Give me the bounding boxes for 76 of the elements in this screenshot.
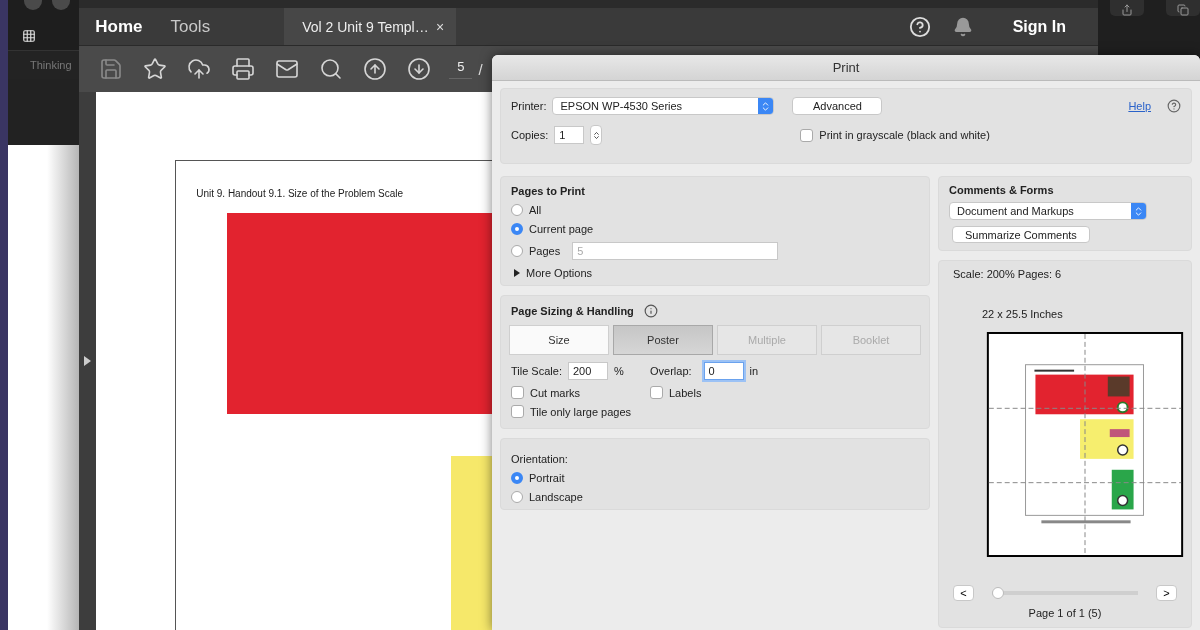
radio-label: Current page — [529, 223, 594, 235]
arrow-up-icon[interactable] — [363, 57, 388, 81]
bell-icon[interactable] — [952, 16, 973, 37]
slider-thumb[interactable] — [992, 587, 1004, 599]
help-link[interactable]: Help — [1128, 100, 1151, 112]
overlap-label: Overlap: — [650, 365, 692, 377]
copy-icon[interactable] — [1177, 4, 1189, 16]
dialog-title: Print — [492, 55, 1200, 81]
mode-tab[interactable]: Size — [509, 325, 609, 355]
share-icon[interactable] — [1121, 4, 1133, 16]
arrow-down-icon[interactable] — [407, 57, 432, 81]
radio-label: Landscape — [529, 491, 583, 503]
overlap-field[interactable]: 0 — [703, 362, 744, 380]
radio-button[interactable] — [511, 204, 523, 216]
checkbox-label: Cut marks — [530, 386, 581, 399]
printer-select[interactable]: EPSON WP-4530 Series — [552, 97, 775, 115]
mode-tab[interactable]: Poster — [613, 325, 713, 355]
previous-page-button[interactable]: < — [953, 585, 974, 601]
radio-button[interactable] — [511, 245, 523, 257]
checkbox[interactable] — [511, 386, 524, 399]
checkbox-label: Labels — [669, 386, 702, 399]
copies-field[interactable]: 1 — [554, 126, 585, 144]
radio-button[interactable] — [511, 472, 523, 484]
disclosure-triangle-icon[interactable] — [514, 269, 520, 277]
comments-select[interactable]: Document and Markups — [949, 202, 1147, 220]
checkbox-label: Print in grayscale (black and white) — [819, 129, 990, 141]
page-indicator: Page 1 of 1 (5) — [1028, 607, 1102, 619]
cloud-upload-icon[interactable] — [187, 57, 212, 81]
percent-unit: % — [613, 365, 624, 377]
orientation-label: Orientation: — [511, 453, 569, 465]
radio-label: Portrait — [529, 472, 565, 484]
chevron-icon — [1133, 205, 1144, 217]
inch-unit: in — [749, 365, 759, 377]
advanced-button[interactable]: Advanced — [792, 97, 883, 115]
info-icon[interactable] — [643, 304, 658, 318]
radio-button[interactable] — [511, 223, 523, 235]
side-app-label: Thinking — [8, 50, 80, 79]
more-options-label[interactable]: More Options — [526, 267, 593, 279]
summarize-comments-button[interactable]: Summarize Comments — [952, 226, 1090, 243]
radio-button[interactable] — [511, 491, 523, 503]
tile-scale-field[interactable]: 200 — [567, 362, 608, 380]
star-icon[interactable] — [143, 57, 168, 81]
checkbox-label: Tile only large pages — [530, 405, 632, 418]
document-tab-title[interactable]: Vol 2 Unit 9 Templ… — [302, 18, 429, 35]
search-icon[interactable] — [319, 57, 344, 81]
grid-icon[interactable] — [22, 29, 36, 43]
document-tab[interactable]: Vol 2 Unit 9 Templ… × — [284, 8, 457, 45]
sign-in-link[interactable]: Sign In — [1012, 17, 1066, 36]
tile-scale-label: Tile Scale: — [511, 365, 562, 377]
pages-field[interactable]: 5 — [572, 242, 779, 260]
radio-label: Pages — [529, 245, 561, 257]
checkbox[interactable] — [800, 128, 814, 142]
close-tab-button[interactable]: × — [435, 18, 445, 35]
copies-stepper[interactable] — [590, 125, 603, 145]
chevron-icon — [591, 130, 601, 140]
printer-label: Printer: — [511, 100, 547, 112]
next-page-button[interactable]: > — [1156, 585, 1177, 601]
section-title: Pages to Print — [511, 185, 586, 197]
expand-arrow-icon[interactable] — [84, 356, 92, 366]
copies-label: Copies: — [511, 129, 549, 141]
handout-heading: Unit 9. Handout 9.1. Size of the Problem Scale — [196, 188, 403, 199]
page-separator: / — [478, 60, 483, 78]
nav-tab[interactable]: Tools — [156, 8, 225, 45]
page-number-field[interactable]: 5 — [449, 59, 473, 79]
mail-icon[interactable] — [275, 57, 300, 81]
nav-tab[interactable]: Home — [81, 8, 157, 45]
scale-info: Scale: 200% Pages: 6 — [953, 268, 1063, 280]
save-icon[interactable] — [99, 57, 124, 81]
paper-size-label: 22 x 25.5 Inches — [982, 308, 1064, 320]
help-icon[interactable] — [1167, 99, 1181, 113]
checkbox[interactable] — [511, 405, 524, 418]
printer-icon[interactable] — [231, 57, 256, 81]
section-title: Comments & Forms — [949, 184, 1055, 196]
section-title: Page Sizing & Handling — [511, 305, 634, 317]
checkbox[interactable] — [650, 386, 663, 399]
radio-label: All — [529, 204, 542, 216]
